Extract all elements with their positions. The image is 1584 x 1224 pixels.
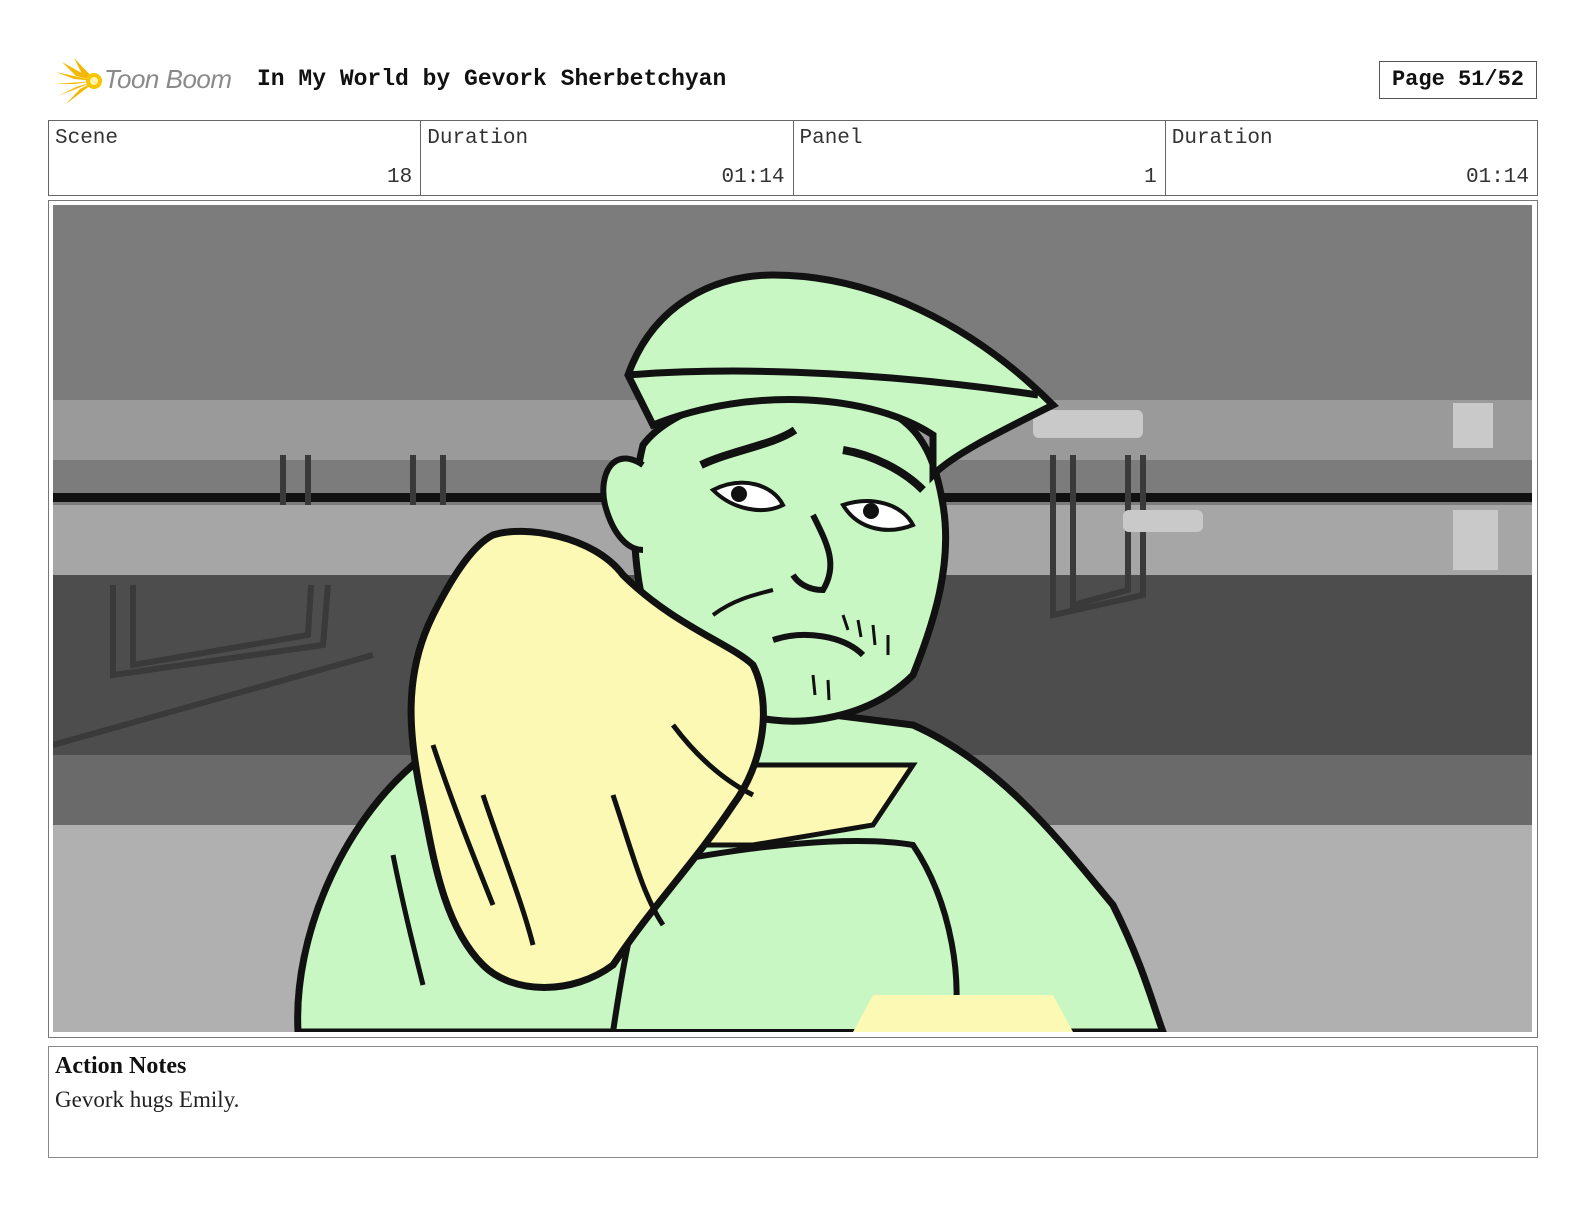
panel-duration-label: Duration <box>1171 127 1273 150</box>
scene-cell: Scene 18 <box>49 121 422 195</box>
window-highlight-2 <box>1123 510 1203 532</box>
action-notes-text: Gevork hugs Emily. <box>55 1087 240 1112</box>
panel-duration-value: 01:14 <box>1465 166 1529 189</box>
window-highlight <box>1033 410 1143 438</box>
window-right-bottom <box>1453 510 1498 570</box>
right-pupil <box>863 503 879 519</box>
scene-label: Scene <box>55 127 119 150</box>
storyboard-header: Toon Boom In My World by Gevork Sherbetc… <box>52 56 1537 106</box>
logo-text: Toon Boom <box>104 64 232 94</box>
panel-cell: Panel 1 <box>794 121 1166 195</box>
scene-duration-value: 01:14 <box>721 166 785 189</box>
panel-value: 1 <box>1144 166 1157 189</box>
panel-label: Panel <box>799 127 863 150</box>
starburst-icon <box>54 58 102 104</box>
action-notes: Action Notes Gevork hugs Emily. <box>48 1046 1538 1158</box>
panel-duration-cell: Duration 01:14 <box>1166 121 1537 195</box>
storyboard-title: In My World by Gevork Sherbetchyan <box>257 66 727 92</box>
left-pupil <box>731 486 747 502</box>
page-number: Page 51/52 <box>1379 61 1537 99</box>
scene-duration-cell: Duration 01:14 <box>421 121 794 195</box>
action-notes-title: Action Notes <box>55 1053 187 1079</box>
panel-frame <box>48 200 1538 1038</box>
scene-duration-label: Duration <box>427 127 529 150</box>
emily-lower <box>853 995 1073 1032</box>
scene-info-row: Scene 18 Duration 01:14 Panel 1 Duration… <box>48 120 1538 196</box>
toon-boom-logo: Toon Boom <box>52 56 242 106</box>
window-right-top <box>1453 403 1493 448</box>
scene-value: 18 <box>387 166 413 189</box>
panel-drawing <box>53 205 1532 1032</box>
